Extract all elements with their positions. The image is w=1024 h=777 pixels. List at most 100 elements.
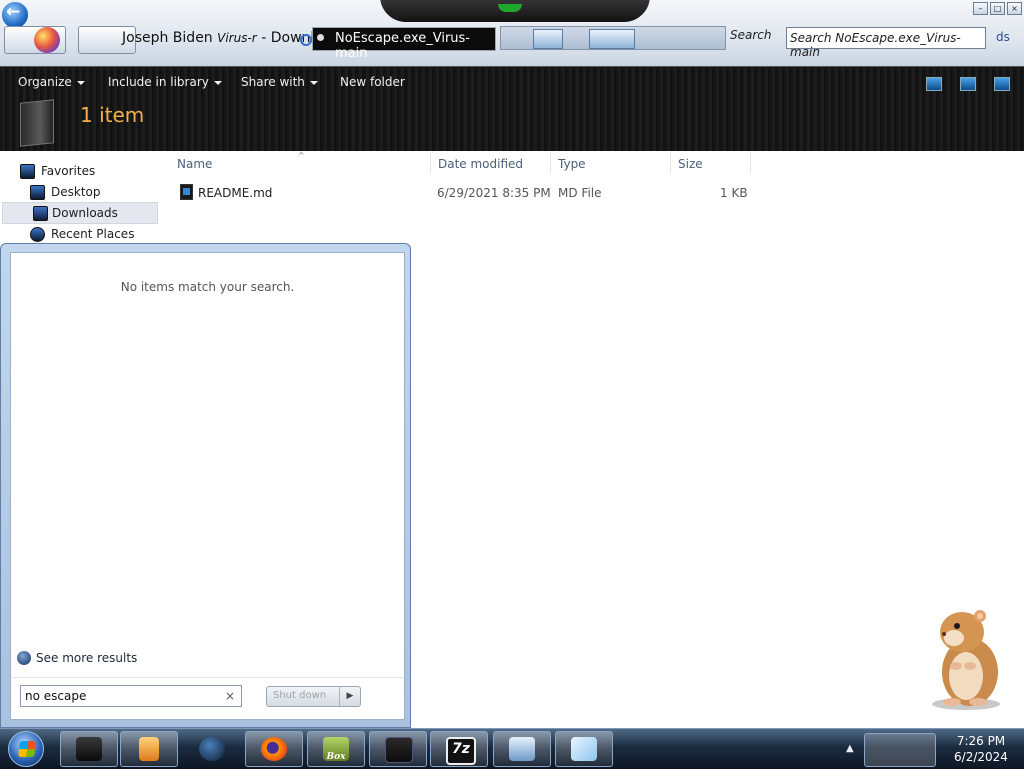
7zip-icon: 7z — [446, 737, 476, 765]
start-menu-divider — [11, 677, 404, 678]
notepad-icon[interactable] — [589, 29, 635, 49]
star-icon — [20, 164, 35, 179]
nav-favorites-label: Favorites — [41, 164, 96, 178]
taskbar-dark-orb[interactable] — [183, 731, 241, 767]
taskbar-notepad[interactable] — [555, 731, 613, 767]
nav-desktop-label: Desktop — [51, 185, 101, 199]
folder-large-icon — [20, 99, 54, 147]
change-view-icon[interactable] — [926, 77, 942, 91]
window-controls: – □ × — [973, 2, 1022, 15]
nav-desktop[interactable]: Desktop — [30, 182, 166, 202]
clock-date: 6/2/2024 — [954, 750, 1008, 764]
desktop-icon — [30, 185, 45, 200]
file-date-modified: 6/29/2021 8:35 PM — [437, 186, 551, 200]
breadcrumb-dot-icon — [300, 34, 312, 46]
network-icon[interactable] — [533, 29, 563, 49]
window-title-bar: ← Joseph Biden Virus-r - Downloads NoEsc… — [0, 0, 1024, 66]
folder-icon — [76, 737, 102, 761]
shutdown-button[interactable]: Shut down ▶ — [266, 686, 361, 707]
nav-downloads-label: Downloads — [52, 206, 118, 220]
nav-downloads[interactable]: Downloads — [2, 202, 158, 224]
top-notch-decoration — [380, 0, 650, 22]
hamster-desktop-pet[interactable] — [922, 604, 1010, 712]
current-folder-label: NoEscape.exe_Virus-main — [335, 31, 470, 61]
breadcrumb-joseph-biden[interactable]: Joseph Biden — [122, 30, 213, 46]
chevron-down-icon — [213, 80, 222, 85]
view-options — [926, 77, 1010, 91]
window-icon — [385, 737, 413, 763]
column-name[interactable]: Name — [177, 157, 212, 171]
include-in-library-button[interactable]: Include in library — [108, 75, 222, 89]
column-date-modified[interactable]: Date modified — [438, 157, 523, 171]
column-divider[interactable] — [550, 152, 551, 174]
column-headers: ^ Name Date modified Type Size — [170, 151, 760, 174]
file-row[interactable]: README.md 6/29/2021 8:35 PM MD File 1 KB — [178, 182, 758, 202]
nav-favorites[interactable]: Favorites — [20, 161, 156, 181]
taskbar-explorer[interactable] — [60, 731, 118, 767]
shutdown-options-arrow-icon[interactable]: ▶ — [339, 687, 360, 706]
file-name: README.md — [198, 186, 273, 200]
taskbar-network[interactable] — [493, 731, 551, 767]
column-divider[interactable] — [430, 152, 431, 174]
recent-places-icon — [30, 227, 45, 242]
minimize-button[interactable]: – — [973, 2, 988, 15]
breadcrumb-current-folder[interactable]: NoEscape.exe_Virus-main — [312, 27, 496, 61]
new-folder-label: New folder — [340, 75, 405, 89]
help-icon[interactable] — [994, 77, 1010, 91]
clock-time: 7:26 PM — [956, 734, 1006, 748]
nav-recent-places[interactable]: Recent Places — [30, 224, 166, 244]
preview-pane-icon[interactable] — [960, 77, 976, 91]
see-more-results-label: See more results — [36, 651, 138, 665]
tray-icons[interactable] — [864, 733, 936, 767]
file-icon — [180, 184, 193, 200]
see-more-results-link[interactable]: See more results — [17, 651, 137, 665]
search-placeholder: Search NoEscape.exe_Virus-main — [790, 31, 961, 59]
breadcrumb-virus[interactable]: Virus-r — [217, 31, 257, 45]
start-menu: No items match your search. See more res… — [0, 243, 411, 728]
search-label[interactable]: Search — [730, 28, 772, 42]
command-bar: Organize Include in library Share with N… — [0, 66, 1024, 151]
no-results-message: No items match your search. — [120, 280, 295, 294]
clear-search-icon[interactable]: × — [225, 689, 235, 703]
taskbar-window[interactable] — [369, 731, 427, 767]
column-size[interactable]: Size — [678, 157, 703, 171]
file-size: 1 KB — [720, 186, 748, 200]
forward-button[interactable] — [34, 27, 60, 53]
downloads-icon — [33, 206, 48, 221]
chevron-down-icon — [309, 80, 318, 85]
media-player-icon — [139, 737, 159, 761]
close-button[interactable]: × — [1007, 2, 1022, 15]
sort-ascending-icon: ^ — [298, 151, 305, 160]
navigation-pane: Favorites Desktop Downloads Recent Place… — [0, 150, 160, 250]
network-icon — [509, 737, 535, 761]
taskbar-firefox[interactable] — [245, 731, 303, 767]
notepad-icon — [571, 737, 597, 761]
search-input[interactable]: Search NoEscape.exe_Virus-main — [786, 27, 986, 59]
new-folder-button[interactable]: New folder — [340, 75, 405, 89]
organize-button[interactable]: Organize — [18, 75, 85, 89]
address-toolbar — [500, 26, 726, 50]
search-side-label[interactable]: ds — [996, 30, 1010, 44]
box-game-icon: Box — [323, 737, 349, 762]
maximize-button[interactable]: □ — [990, 2, 1005, 15]
nav-recent-places-label: Recent Places — [51, 227, 135, 241]
windows-logo-icon — [18, 741, 36, 757]
start-button[interactable] — [8, 731, 44, 767]
column-divider[interactable] — [670, 152, 671, 174]
clock[interactable]: 7:26 PM 6/2/2024 — [938, 733, 1024, 765]
share-with-button[interactable]: Share with — [241, 75, 318, 89]
start-search-input[interactable] — [25, 688, 215, 704]
taskbar: Box 7z ▲ 7:26 PM 6/2/2024 — [0, 728, 1024, 769]
include-in-library-label: Include in library — [108, 75, 209, 89]
shutdown-label: Shut down — [273, 690, 327, 701]
taskbar-7zip[interactable]: 7z — [430, 731, 488, 767]
start-search-field[interactable]: × — [20, 685, 242, 707]
breadcrumb-separator-icon: - — [261, 30, 267, 46]
column-type[interactable]: Type — [558, 157, 586, 171]
taskbar-box-game[interactable]: Box — [307, 731, 365, 767]
firefox-icon — [261, 737, 287, 761]
taskbar-media[interactable] — [120, 731, 178, 767]
show-hidden-icons-icon[interactable]: ▲ — [846, 743, 854, 754]
column-divider[interactable] — [750, 152, 751, 174]
search-results-icon — [17, 651, 31, 665]
